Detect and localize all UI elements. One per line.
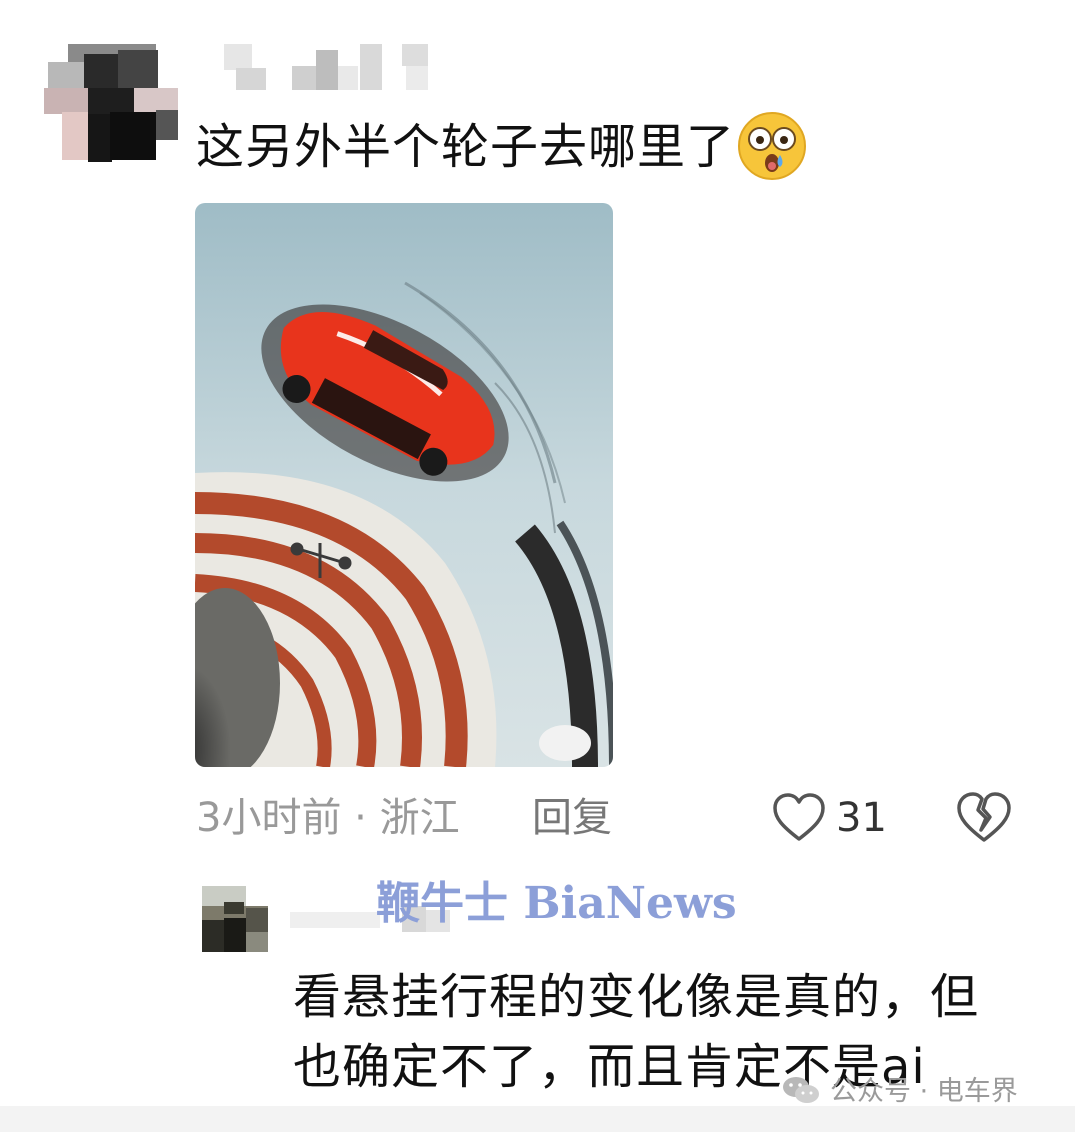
source-label: 公众号 · 电车界 [830,1076,1018,1107]
wechat-icon [782,1075,820,1107]
reply-avatar[interactable] [202,886,268,952]
reply-button[interactable]: 回复 [532,788,612,848]
dislike-button[interactable] [956,790,1012,846]
like-count: 31 [836,795,887,841]
comment-text: 这另外半个轮子去哪里了 [196,112,807,185]
attached-photo[interactable] [195,203,613,767]
astonished-face-icon [737,111,807,181]
comment-text-content: 这另外半个轮子去哪里了 [196,119,736,175]
avatar[interactable] [44,44,180,162]
heart-icon [772,792,826,844]
like-button[interactable]: 31 [772,788,892,848]
comment-time-location: 3小时前 · 浙江 [196,795,460,841]
username-blurred[interactable] [224,44,428,92]
broken-heart-icon [956,792,1012,850]
bottom-divider [0,1106,1075,1132]
comment-meta-row: 3小时前 · 浙江 回复 31 [196,788,1036,848]
watermark: 鞭牛士 BiaNews [376,878,737,929]
